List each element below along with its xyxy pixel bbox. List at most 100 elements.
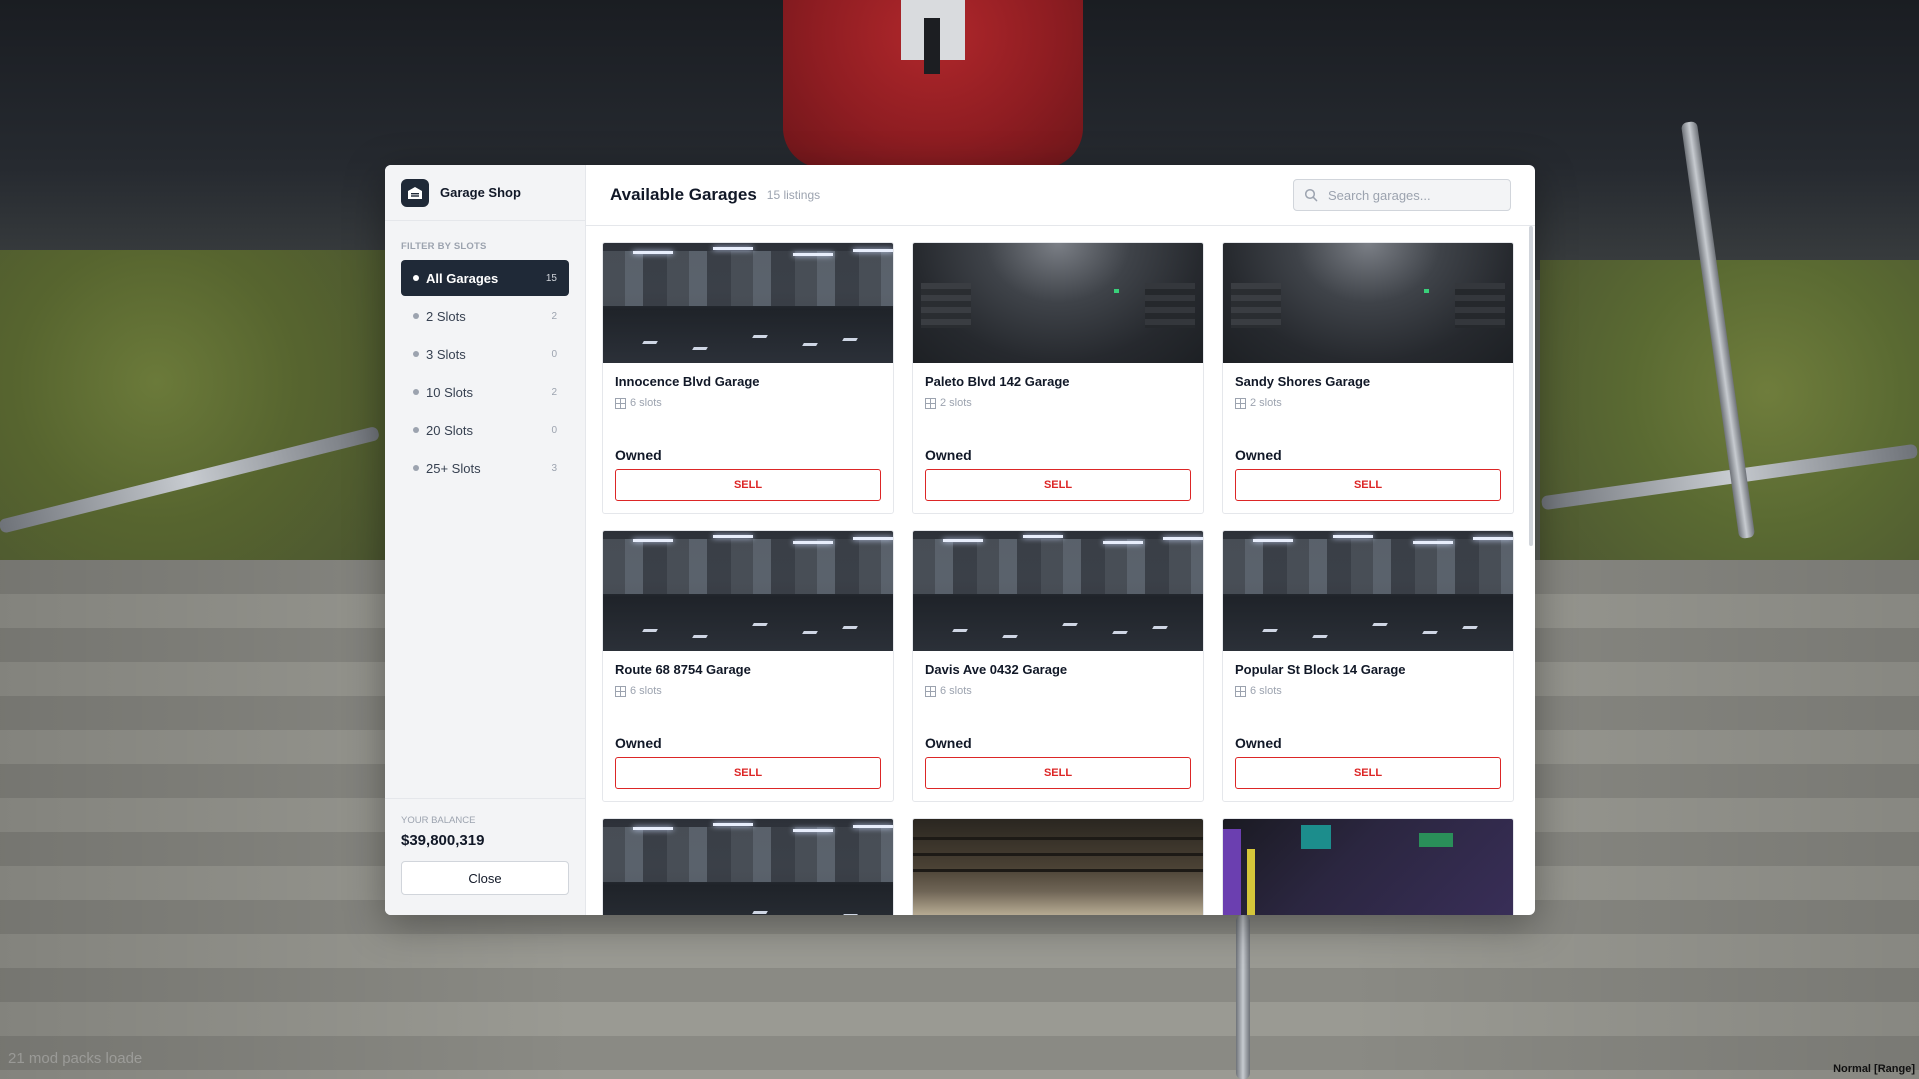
grid-icon — [925, 685, 936, 697]
close-button[interactable]: Close — [401, 861, 569, 895]
sidebar: Garage Shop FILTER BY SLOTS All Garages … — [385, 165, 586, 915]
filter-heading: FILTER BY SLOTS — [401, 241, 487, 252]
ownership-status: Owned — [615, 447, 662, 463]
bullet-icon — [413, 389, 419, 395]
slots-text: 2 slots — [1250, 397, 1282, 409]
sell-button[interactable]: SELL — [1235, 757, 1501, 789]
page-title: Available Garages — [610, 185, 757, 204]
filter-label: 3 Slots — [426, 346, 466, 362]
mod-packs-status: 21 mod packs loade — [8, 1050, 143, 1067]
brand-title: Garage Shop — [440, 185, 521, 200]
filter-label: 20 Slots — [426, 422, 473, 438]
filter-2-slots[interactable]: 2 Slots 2 — [401, 298, 569, 334]
grid-icon — [925, 397, 936, 409]
filter-count: 0 — [551, 424, 557, 436]
filter-count: 15 — [545, 272, 557, 284]
filter-count: 0 — [551, 348, 557, 360]
garage-slots: 6 slots — [615, 397, 881, 409]
bullet-icon — [413, 351, 419, 357]
brand-header: Garage Shop — [385, 165, 585, 221]
slots-text: 6 slots — [630, 685, 662, 697]
listing-count: 15 listings — [766, 188, 821, 202]
garage-card[interactable]: Popular St Block 14 Garage 6 slots Owned SE… — [1222, 530, 1514, 802]
garage-thumbnail — [603, 531, 893, 651]
garage-thumbnail — [1223, 531, 1513, 651]
slots-text: 6 slots — [630, 397, 662, 409]
scrollbar-thumb[interactable] — [1529, 226, 1533, 546]
garage-card[interactable]: Davis Ave 0432 Garage 6 slots Owned SELL — [912, 530, 1204, 802]
handrail-post — [1236, 915, 1250, 1079]
garage-name: Paleto Blvd 142 Garage — [925, 374, 1070, 389]
garage-thumbnail — [913, 819, 1203, 915]
garage-shop-modal: Garage Shop FILTER BY SLOTS All Garages … — [385, 165, 1535, 915]
filter-3-slots[interactable]: 3 Slots 0 — [401, 336, 569, 372]
grid-icon — [1235, 397, 1246, 409]
garage-slots: 6 slots — [1235, 685, 1501, 697]
search-icon — [1304, 188, 1318, 202]
filter-count: 2 — [551, 386, 557, 398]
garage-name: Innocence Blvd Garage — [615, 374, 760, 389]
sell-button[interactable]: SELL — [615, 757, 881, 789]
bullet-icon — [413, 465, 419, 471]
garage-thumbnail — [913, 531, 1203, 651]
filter-all-garages[interactable]: All Garages 15 — [401, 260, 569, 296]
garage-name: Sandy Shores Garage — [1235, 374, 1371, 389]
ownership-status: Owned — [1235, 735, 1282, 751]
garage-card[interactable] — [602, 818, 894, 915]
sell-button[interactable]: SELL — [925, 757, 1191, 789]
ownership-status: Owned — [615, 735, 662, 751]
garage-icon — [401, 178, 429, 207]
garage-card[interactable]: Sandy Shores Garage 2 slots Owned SELL — [1222, 242, 1514, 514]
sell-button[interactable]: SELL — [925, 469, 1191, 501]
slots-text: 2 slots — [940, 397, 972, 409]
filter-label: 25+ Slots — [426, 460, 481, 476]
header: Available Garages 15 listings — [586, 165, 1535, 226]
filter-label: 10 Slots — [426, 384, 473, 400]
garage-thumbnail — [603, 243, 893, 363]
garage-card[interactable] — [912, 818, 1204, 915]
filter-25-plus-slots[interactable]: 25+ Slots 3 — [401, 450, 569, 486]
bullet-icon — [413, 427, 419, 433]
background-grass-left — [0, 250, 390, 580]
garage-thumbnail — [913, 243, 1203, 363]
npc-tie — [924, 18, 940, 74]
garage-slots: 2 slots — [1235, 397, 1501, 409]
grid-icon — [1235, 685, 1246, 697]
garage-thumbnail — [603, 819, 893, 915]
garage-card[interactable]: Route 68 8754 Garage 6 slots Owned SELL — [602, 530, 894, 802]
garage-thumbnail — [1223, 819, 1513, 915]
garage-grid-scroll[interactable]: Innocence Blvd Garage 6 slots Owned SELL Pal… — [586, 226, 1535, 915]
grid-icon — [615, 397, 626, 409]
ownership-status: Owned — [925, 447, 972, 463]
filter-list: All Garages 15 2 Slots 2 3 Slots 0 10 Sl… — [385, 260, 585, 488]
slots-text: 6 slots — [1250, 685, 1282, 697]
garage-card[interactable] — [1222, 818, 1514, 915]
filter-label: All Garages — [426, 270, 499, 286]
sell-button[interactable]: SELL — [615, 469, 881, 501]
character-npc — [783, 0, 1083, 168]
filter-20-slots[interactable]: 20 Slots 0 — [401, 412, 569, 448]
balance-value: $39,800,319 — [401, 832, 485, 849]
ownership-status: Owned — [1235, 447, 1282, 463]
garage-slots: 6 slots — [615, 685, 881, 697]
bullet-icon — [413, 275, 419, 281]
sell-button[interactable]: SELL — [1235, 469, 1501, 501]
search-input[interactable] — [1326, 186, 1500, 204]
garage-card[interactable]: Innocence Blvd Garage 6 slots Owned SELL — [602, 242, 894, 514]
grid-icon — [615, 685, 626, 697]
garage-thumbnail — [1223, 243, 1513, 363]
filter-count: 3 — [551, 462, 557, 474]
garage-grid: Innocence Blvd Garage 6 slots Owned SELL Pal… — [602, 242, 1514, 915]
search-box[interactable] — [1293, 179, 1511, 211]
garage-name: Popular St Block 14 Garage — [1235, 662, 1406, 677]
filter-10-slots[interactable]: 10 Slots 2 — [401, 374, 569, 410]
main-content: Available Garages 15 listings Innocence … — [586, 165, 1535, 915]
garage-slots: 2 slots — [925, 397, 1191, 409]
slots-text: 6 slots — [940, 685, 972, 697]
filter-label: 2 Slots — [426, 308, 466, 324]
garage-card[interactable]: Paleto Blvd 142 Garage 2 slots Owned SELL — [912, 242, 1204, 514]
ownership-status: Owned — [925, 735, 972, 751]
balance-label: YOUR BALANCE — [401, 815, 476, 826]
filter-count: 2 — [551, 310, 557, 322]
bullet-icon — [413, 313, 419, 319]
